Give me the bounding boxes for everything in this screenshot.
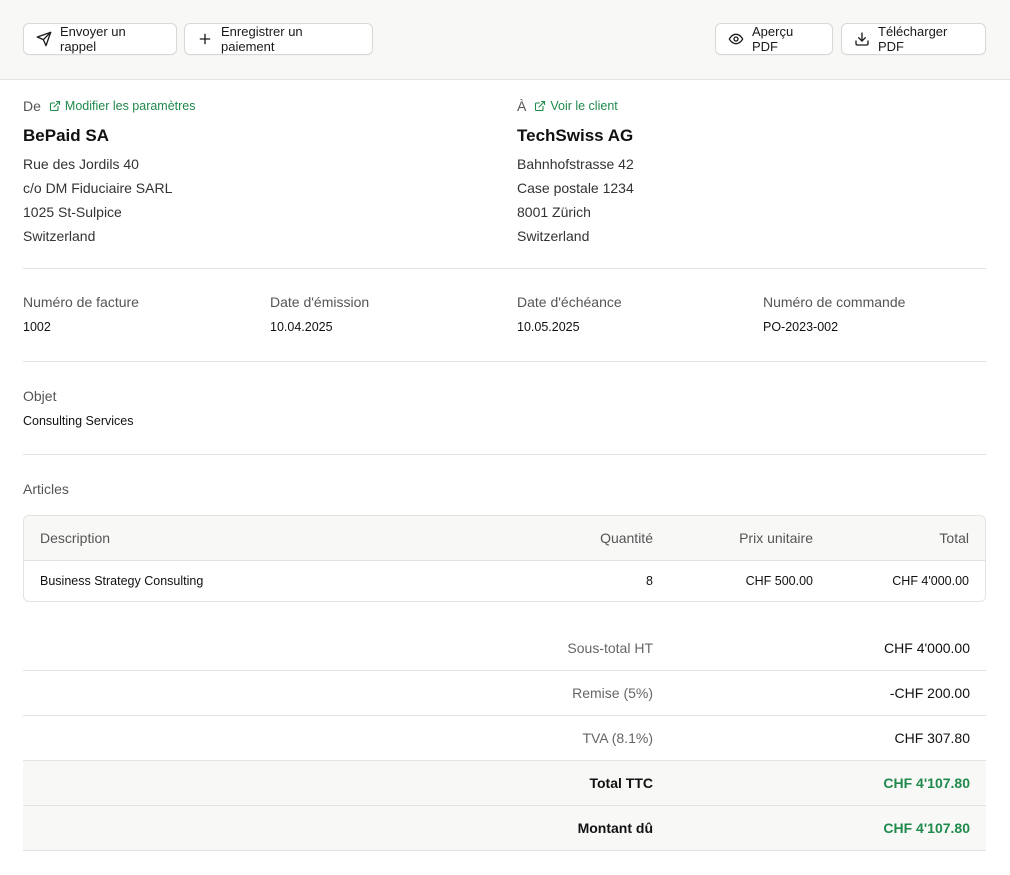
subject-label: Objet <box>23 388 57 404</box>
column-header-total: Total <box>939 530 969 546</box>
total-row: Total TTC CHF 4'107.80 <box>23 761 986 806</box>
sender-block: De Modifier les paramètres BePaid SA Rue… <box>23 97 423 248</box>
subtotal-row: Sous-total HT CHF 4'000.00 <box>23 626 986 671</box>
edit-settings-link[interactable]: Modifier les paramètres <box>49 99 196 113</box>
view-client-link[interactable]: Voir le client <box>534 99 618 113</box>
items-table: Description Quantité Prix unitaire Total… <box>23 515 986 602</box>
recipient-header: À Voir le client <box>517 97 917 115</box>
amount-due-row: Montant dû CHF 4'107.80 <box>23 806 986 851</box>
download-pdf-label: Télécharger PDF <box>878 24 948 54</box>
vat-label: TVA (8.1%) <box>582 730 653 746</box>
send-reminder-button[interactable]: Envoyer un rappel <box>23 23 177 55</box>
invoice-number-label: Numéro de facture <box>23 294 139 310</box>
eye-icon <box>728 33 744 45</box>
totals-summary: Sous-total HT CHF 4'000.00 Remise (5%) -… <box>23 626 986 851</box>
discount-value: -CHF 200.00 <box>889 685 970 701</box>
amount-due-value: CHF 4'107.80 <box>883 820 970 836</box>
order-number-value: PO-2023-002 <box>763 320 839 334</box>
preview-pdf-label: Aperçu PDF <box>752 24 794 54</box>
view-client-label: Voir le client <box>550 99 618 113</box>
item-total: CHF 4'000.00 <box>892 574 969 588</box>
recipient-label: À <box>517 98 527 114</box>
item-quantity: 8 <box>646 574 653 588</box>
due-date-value: 10.05.2025 <box>517 320 580 334</box>
sender-address-line: Rue des Jordils 40 <box>23 156 139 172</box>
sender-header: De Modifier les paramètres <box>23 97 423 115</box>
item-description: Business Strategy Consulting <box>40 574 204 588</box>
total-label: Total TTC <box>589 775 653 791</box>
sender-address: Rue des Jordils 40 c/o DM Fiduciaire SAR… <box>23 152 423 248</box>
recipient-block: À Voir le client TechSwiss AG Bahnhofstr… <box>517 97 917 248</box>
sender-name: BePaid SA <box>23 126 109 145</box>
invoice-number-value: 1002 <box>23 320 51 334</box>
total-value: CHF 4'107.80 <box>883 775 970 791</box>
recipient-address-line: Case postale 1234 <box>517 180 634 196</box>
divider <box>23 361 986 362</box>
sender-label: De <box>23 98 41 114</box>
subtotal-value: CHF 4'000.00 <box>884 640 970 656</box>
external-link-icon <box>49 100 60 112</box>
order-number-label: Numéro de commande <box>763 294 906 310</box>
divider <box>23 454 986 455</box>
items-table-header: Description Quantité Prix unitaire Total <box>24 516 985 561</box>
column-header-quantity: Quantité <box>600 530 653 546</box>
recipient-address-line: Switzerland <box>517 228 590 244</box>
recipient-address: Bahnhofstrasse 42 Case postale 1234 8001… <box>517 152 917 248</box>
issue-date-label: Date d'émission <box>270 294 370 310</box>
send-reminder-label: Envoyer un rappel <box>60 24 126 54</box>
discount-label: Remise (5%) <box>572 685 653 701</box>
send-icon <box>36 31 52 47</box>
recipient-address-line: Bahnhofstrasse 42 <box>517 156 634 172</box>
sender-address-line: c/o DM Fiduciaire SARL <box>23 180 173 196</box>
download-pdf-button[interactable]: Télécharger PDF <box>841 23 986 55</box>
table-row: Business Strategy Consulting 8 CHF 500.0… <box>24 561 985 601</box>
record-payment-label: Enregistrer un paiement <box>221 24 303 54</box>
due-date-label: Date d'échéance <box>517 294 622 310</box>
due-date-field: Date d'échéance 10.05.2025 <box>517 294 622 334</box>
order-number-field: Numéro de commande PO-2023-002 <box>763 294 905 334</box>
record-payment-button[interactable]: Enregistrer un paiement <box>184 23 373 55</box>
subtotal-label: Sous-total HT <box>567 640 653 656</box>
issue-date-field: Date d'émission 10.04.2025 <box>270 294 369 334</box>
sender-address-line: 1025 St-Sulpice <box>23 204 122 220</box>
items-label: Articles <box>23 481 69 497</box>
discount-row: Remise (5%) -CHF 200.00 <box>23 671 986 716</box>
preview-pdf-button[interactable]: Aperçu PDF <box>715 23 833 55</box>
column-header-description: Description <box>40 530 111 546</box>
download-icon <box>855 32 869 46</box>
item-unit-price: CHF 500.00 <box>745 574 813 588</box>
recipient-address-line: 8001 Zürich <box>517 204 591 220</box>
plus-icon <box>199 33 211 45</box>
subject-value: Consulting Services <box>23 414 134 428</box>
divider <box>23 268 986 269</box>
invoice-number-field: Numéro de facture 1002 <box>23 294 139 334</box>
vat-row: TVA (8.1%) CHF 307.80 <box>23 716 986 761</box>
column-header-unit-price: Prix unitaire <box>739 530 813 546</box>
recipient-name: TechSwiss AG <box>517 126 634 145</box>
vat-value: CHF 307.80 <box>894 730 970 746</box>
amount-due-label: Montant dû <box>577 820 653 836</box>
issue-date-value: 10.04.2025 <box>270 320 333 334</box>
invoice-toolbar: Envoyer un rappel Enregistrer un paiemen… <box>0 0 1010 80</box>
edit-settings-label: Modifier les paramètres <box>64 99 196 113</box>
external-link-icon <box>535 100 546 112</box>
sender-address-line: Switzerland <box>23 228 96 244</box>
